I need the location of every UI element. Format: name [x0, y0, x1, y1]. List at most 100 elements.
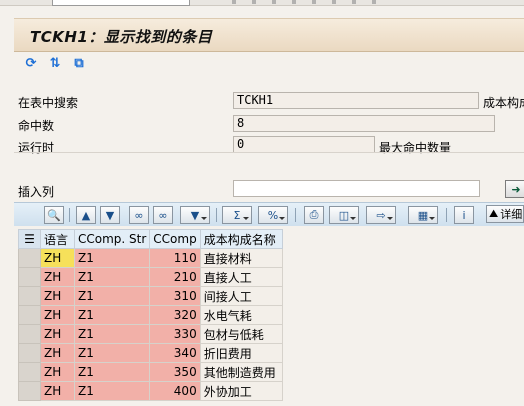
column-header-ccomp[interactable]: CComp — [149, 229, 201, 249]
info-button[interactable]: i — [454, 206, 474, 224]
detail-icon[interactable]: ⧉ — [70, 54, 88, 72]
cell-language[interactable]: ZH — [40, 248, 75, 268]
view-button[interactable]: ◫ — [329, 206, 359, 224]
cell-language[interactable]: ZH — [40, 324, 75, 344]
subtotal-icon: % — [267, 208, 279, 222]
filter-button[interactable]: ▼ — [180, 206, 210, 224]
cell-language[interactable]: ZH — [40, 267, 75, 287]
column-header-name[interactable]: 成本构成名称 — [199, 229, 283, 249]
cell-name[interactable]: 包材与低耗 — [199, 324, 283, 344]
row-selector[interactable] — [18, 324, 41, 344]
table-row: ZH Z1 320 水电气耗 — [18, 305, 283, 325]
grid-header-row: ☰ 语言 CComp. Str CComp 成本构成名称 — [18, 229, 283, 249]
cell-name[interactable]: 其他制造费用 — [199, 362, 283, 382]
insert-column-label: 插入列 — [18, 185, 55, 199]
cell-ccomp[interactable]: 110 — [149, 248, 201, 268]
cell-ccomp-str[interactable]: Z1 — [73, 286, 151, 306]
cell-ccomp[interactable]: 310 — [149, 286, 201, 306]
row-selector[interactable] — [18, 381, 41, 401]
view-icon: ◫ — [338, 208, 350, 222]
layout-button[interactable]: ▦ — [408, 206, 438, 224]
cell-name[interactable]: 直接材料 — [199, 248, 283, 268]
info-icon: i — [462, 208, 466, 222]
cell-ccomp[interactable]: 400 — [149, 381, 201, 401]
detail-button-label: 详细 — [500, 208, 523, 221]
row-selector[interactable] — [18, 267, 41, 287]
cell-ccomp-str[interactable]: Z1 — [73, 381, 151, 401]
cell-ccomp[interactable]: 210 — [149, 267, 201, 287]
cell-name[interactable]: 间接人工 — [199, 286, 283, 306]
cell-ccomp-str[interactable]: Z1 — [73, 343, 151, 363]
cell-language[interactable]: ZH — [40, 362, 75, 382]
cell-name[interactable]: 水电气耗 — [199, 305, 283, 325]
detail-button[interactable]: ⛰ 详细 — [486, 205, 524, 223]
column-header-language[interactable]: 语言 — [40, 229, 75, 249]
cell-ccomp-str[interactable]: Z1 — [73, 267, 151, 287]
hits-field: 8 — [233, 115, 495, 132]
page-title: TCKH1：显示找到的条目 — [30, 28, 213, 46]
cell-name[interactable]: 外协加工 — [199, 381, 283, 401]
table-row: ZH Z1 310 间接人工 — [18, 286, 283, 306]
cell-language[interactable]: ZH — [40, 381, 75, 401]
divider — [14, 152, 524, 153]
insert-column-input[interactable] — [233, 180, 480, 197]
find-next-button[interactable]: ∞ — [153, 206, 173, 224]
runtime-label: 运行时 — [18, 141, 55, 155]
find-button[interactable]: ∞ — [129, 206, 149, 224]
cell-language[interactable]: ZH — [40, 305, 75, 325]
export-button[interactable]: ⇨ — [366, 206, 396, 224]
row-selector[interactable] — [18, 305, 41, 325]
print-button[interactable]: ⎙ — [304, 206, 324, 224]
sum-icon: Σ — [233, 208, 241, 222]
details-button[interactable]: 🔍 — [44, 206, 64, 224]
grid-toolbar: 🔍 ▲ ▼ ∞ ∞ ▼ Σ % ⎙ ◫ ⇨ ▦ i — [14, 202, 524, 226]
title-bar: TCKH1：显示找到的条目 — [14, 18, 524, 52]
results-grid: ☰ 语言 CComp. Str CComp 成本构成名称 ZH Z1 110 直… — [18, 229, 283, 401]
cell-name[interactable]: 直接人工 — [199, 267, 283, 287]
cell-language[interactable]: ZH — [40, 286, 75, 306]
cell-ccomp[interactable]: 350 — [149, 362, 201, 382]
table-row: ZH Z1 330 包材与低耗 — [18, 324, 283, 344]
command-field[interactable] — [52, 0, 190, 6]
row-selector[interactable] — [18, 362, 41, 382]
cell-language[interactable]: ZH — [40, 343, 75, 363]
cell-ccomp-str[interactable]: Z1 — [73, 248, 151, 268]
sort-ascending-button[interactable]: ▲ — [76, 206, 96, 224]
find-next-icon: ∞ — [158, 208, 168, 222]
sort-icon[interactable]: ⇅ — [46, 54, 64, 72]
print-icon: ⎙ — [309, 208, 319, 221]
table-row: ZH Z1 350 其他制造费用 — [18, 362, 283, 382]
toolbar-separator — [216, 208, 217, 222]
sort-descending-icon: ▼ — [105, 208, 115, 222]
search-table-field: TCKH1 — [233, 92, 479, 109]
layout-icon: ▦ — [417, 208, 429, 222]
cell-ccomp-str[interactable]: Z1 — [73, 362, 151, 382]
cell-name[interactable]: 折旧费用 — [199, 343, 283, 363]
row-selector[interactable] — [18, 248, 41, 268]
cell-ccomp[interactable]: 330 — [149, 324, 201, 344]
insert-column-button[interactable]: ➜ — [505, 180, 524, 198]
search-table-label: 在表中搜索 — [18, 96, 79, 110]
cell-ccomp[interactable]: 340 — [149, 343, 201, 363]
cell-ccomp[interactable]: 320 — [149, 305, 201, 325]
row-selector[interactable] — [18, 286, 41, 306]
mountain-icon: ⛰ — [489, 207, 499, 220]
column-header-ccomp-str[interactable]: CComp. Str — [73, 229, 151, 249]
application-toolbar: ⟳ ⇅ ⧉ — [22, 54, 88, 74]
toolbar-separator — [295, 208, 296, 222]
export-icon: ⇨ — [376, 208, 386, 222]
sum-button[interactable]: Σ — [222, 206, 252, 224]
table-row: ZH Z1 110 直接材料 — [18, 248, 283, 268]
table-row: ZH Z1 400 外协加工 — [18, 381, 283, 401]
refresh-icon[interactable]: ⟳ — [22, 54, 40, 72]
sort-descending-button[interactable]: ▼ — [100, 206, 120, 224]
toolbar-separator — [446, 208, 447, 222]
toolbar-separator — [69, 208, 70, 222]
subtotal-button[interactable]: % — [258, 206, 288, 224]
top-system-strip — [0, 0, 524, 6]
select-all-icon[interactable]: ☰ — [18, 229, 41, 249]
cell-ccomp-str[interactable]: Z1 — [73, 305, 151, 325]
row-selector[interactable] — [18, 343, 41, 363]
cell-ccomp-str[interactable]: Z1 — [73, 324, 151, 344]
magnifier-icon: 🔍 — [47, 208, 61, 222]
